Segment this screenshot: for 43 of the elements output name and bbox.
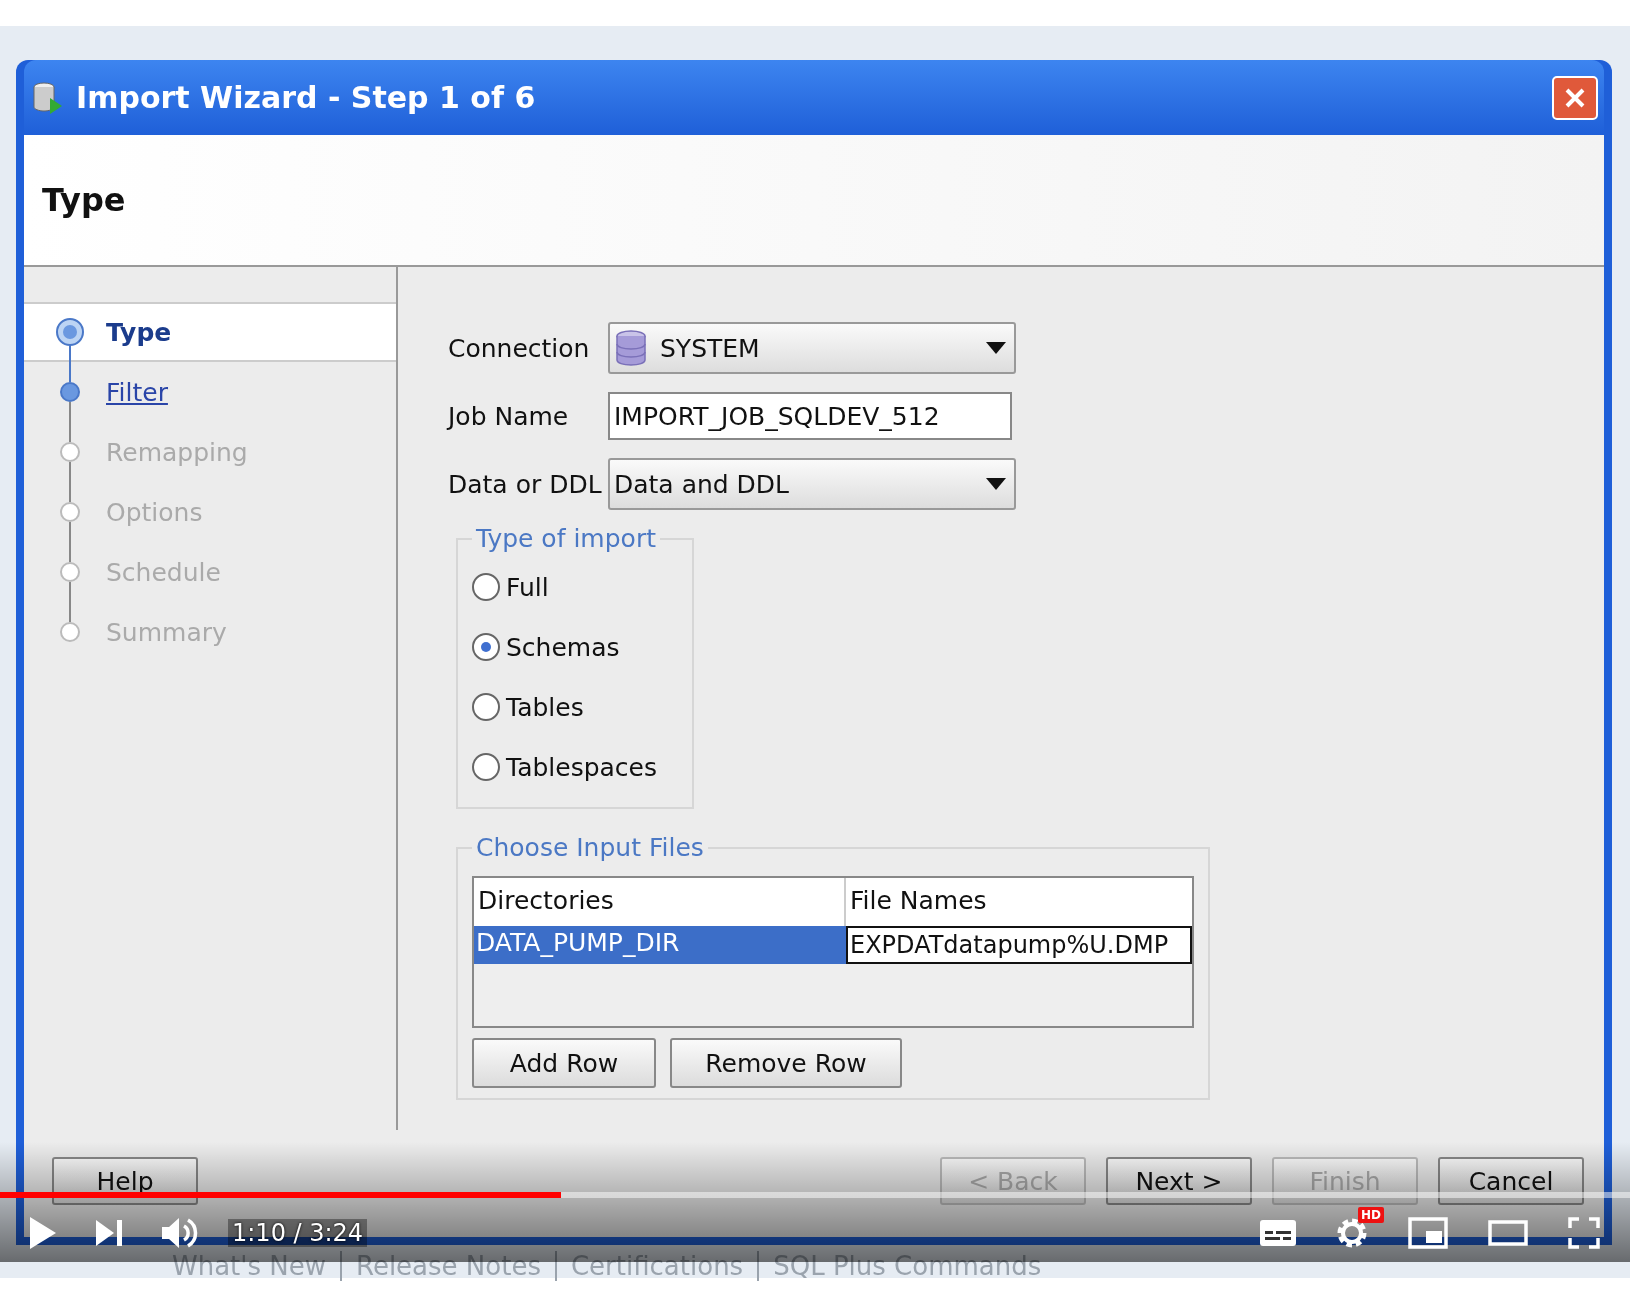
group-label: Choose Input Files (475, 833, 705, 862)
step-label: Options (106, 497, 203, 527)
field-label: Job Name (448, 401, 570, 431)
field-label: Data or DDL (448, 469, 603, 499)
window-title: Import Wizard - Step 1 of 6 (76, 80, 537, 115)
column-header[interactable]: File Names (846, 878, 1192, 926)
table-row-button[interactable]: Add Row (472, 1038, 656, 1088)
time-display: 1:10 / 3:24 (228, 1219, 368, 1247)
close-button[interactable] (1552, 75, 1598, 120)
wizard-button[interactable]: Cancel (1438, 1157, 1584, 1205)
text-field[interactable]: IMPORT_JOB_SQLDEV_512 (608, 392, 1012, 440)
field-label: Connection (448, 333, 591, 363)
caret-icon (986, 342, 1006, 354)
cell-editor-field[interactable]: EXPDATdatapump%U.DMP (846, 926, 1192, 964)
dropdown[interactable]: SYSTEM (608, 322, 1016, 374)
radio-option[interactable]: Tables (472, 677, 678, 737)
table-cell[interactable]: DATA_PUMP_DIR (474, 926, 846, 964)
table-row-button[interactable]: Remove Row (670, 1038, 902, 1088)
skip-next-icon[interactable] (96, 1220, 122, 1246)
step-link[interactable]: Filter (106, 377, 168, 407)
volume-icon[interactable] (162, 1216, 198, 1250)
radio-option[interactable]: Schemas (472, 617, 678, 677)
hd-badge: HD (1358, 1207, 1384, 1223)
step-label: Remapping (106, 437, 248, 467)
selected-step-row[interactable]: Type (24, 304, 396, 362)
settings-icon[interactable] (1336, 1217, 1368, 1249)
caret-icon (986, 478, 1006, 490)
wizard-button[interactable]: Next > (1106, 1157, 1252, 1205)
page-heading: Type (42, 181, 126, 219)
miniplayer-icon[interactable] (1408, 1217, 1448, 1249)
radio-option[interactable]: Tablespaces (472, 737, 678, 797)
theater-mode-icon[interactable] (1488, 1220, 1528, 1246)
step-label: Schedule (106, 557, 221, 587)
radio-option[interactable]: Full (472, 557, 678, 617)
progress-track[interactable] (0, 1192, 1630, 1198)
fullscreen-icon[interactable] (1568, 1217, 1600, 1249)
group-label: Type of import (475, 524, 657, 553)
step-label: Type (106, 317, 172, 347)
play-icon[interactable] (30, 1217, 56, 1249)
step-label: Summary (106, 617, 227, 647)
dropdown[interactable]: Data and DDL (608, 458, 1016, 510)
database-icon (614, 330, 648, 366)
subtitles-icon[interactable] (1260, 1220, 1296, 1246)
